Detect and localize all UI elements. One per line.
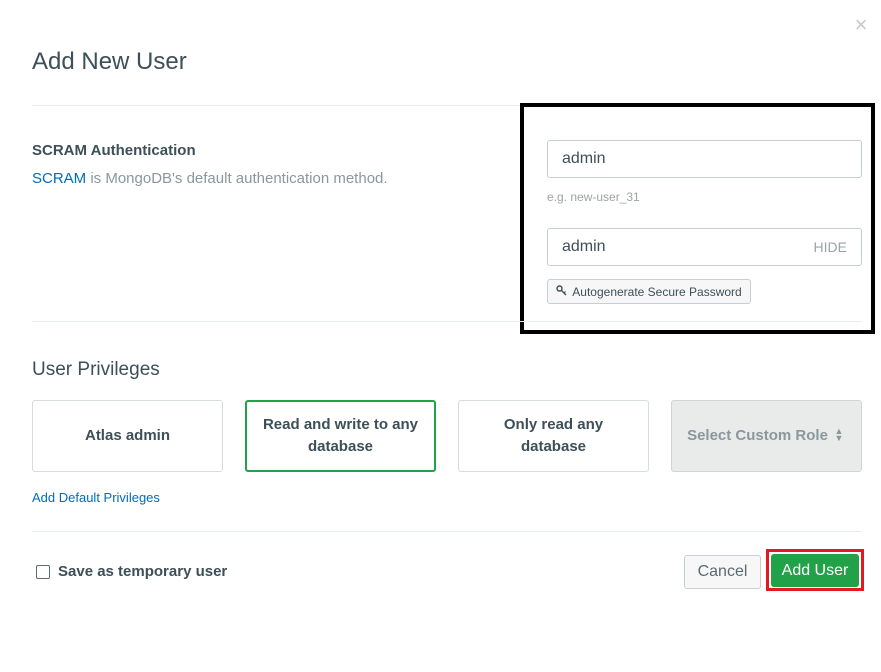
up-down-caret-icon: ▲ ▼ bbox=[834, 426, 844, 443]
username-input[interactable]: admin bbox=[547, 140, 862, 178]
password-input[interactable]: admin HIDE bbox=[547, 228, 862, 266]
username-hint: e.g. new-user_31 bbox=[547, 190, 640, 204]
role-read-write-any[interactable]: Read and write to any database bbox=[245, 400, 436, 472]
modal-title: Add New User bbox=[32, 48, 187, 75]
close-icon[interactable]: × bbox=[850, 14, 872, 36]
select-custom-role-dropdown[interactable]: Select Custom Role ▲ ▼ bbox=[671, 400, 862, 472]
hide-password-toggle[interactable]: HIDE bbox=[814, 239, 847, 255]
divider bbox=[32, 531, 862, 532]
autogenerate-password-button[interactable]: Autogenerate Secure Password bbox=[547, 279, 751, 304]
role-label: Read and write to any database bbox=[262, 416, 419, 455]
add-user-button[interactable]: Add User bbox=[771, 554, 859, 587]
scram-link[interactable]: SCRAM bbox=[32, 170, 86, 187]
password-value: admin bbox=[562, 238, 606, 255]
auth-description-text: is MongoDB's default authentication meth… bbox=[86, 170, 388, 187]
role-label: Only read any database bbox=[503, 416, 604, 455]
role-label: Select Custom Role bbox=[687, 427, 828, 444]
cancel-button[interactable]: Cancel bbox=[684, 555, 761, 589]
auth-method-heading: SCRAM Authentication bbox=[32, 142, 196, 159]
privileges-heading: User Privileges bbox=[32, 359, 160, 380]
temporary-user-checkbox[interactable] bbox=[36, 564, 50, 579]
role-label: Atlas admin bbox=[84, 427, 171, 444]
username-value: admin bbox=[562, 150, 606, 167]
add-user-modal: × Add New User SCRAM Authentication SCRA… bbox=[0, 0, 881, 672]
autogenerate-label: Autogenerate Secure Password bbox=[572, 284, 742, 299]
role-atlas-admin[interactable]: Atlas admin bbox=[32, 400, 223, 472]
add-default-privileges-link[interactable]: Add Default Privileges bbox=[32, 490, 160, 505]
role-read-only-any[interactable]: Only read any database bbox=[458, 400, 649, 472]
key-icon bbox=[556, 284, 567, 299]
temporary-user-label: Save as temporary user bbox=[58, 563, 228, 580]
temporary-user-option[interactable]: Save as temporary user bbox=[36, 563, 227, 580]
divider bbox=[32, 321, 862, 322]
auth-method-description: SCRAM is MongoDB's default authenticatio… bbox=[32, 170, 388, 187]
